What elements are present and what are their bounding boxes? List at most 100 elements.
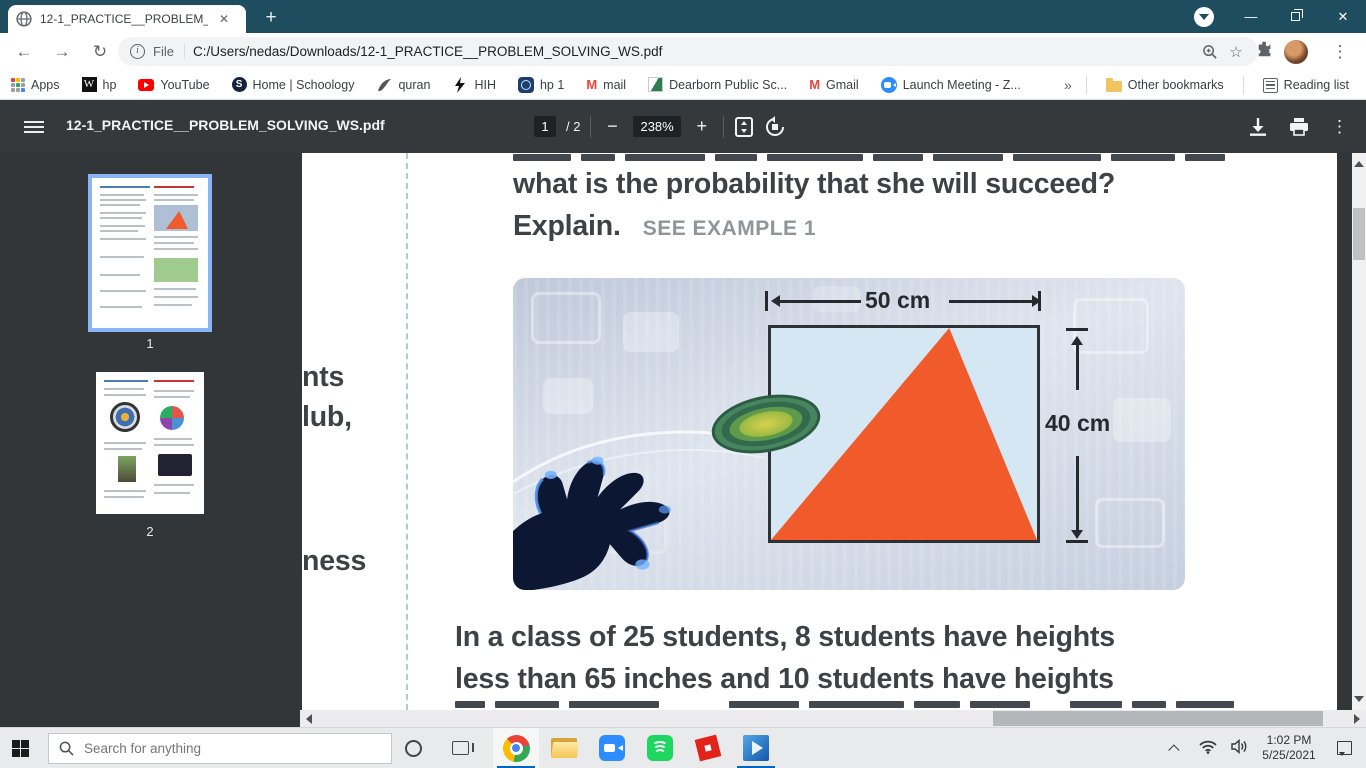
search-icon <box>59 741 74 756</box>
vertical-scroll-thumb[interactable] <box>1353 208 1365 260</box>
taskbar-spotify[interactable] <box>637 728 683 768</box>
height-dimension-label: 40 cm <box>1045 410 1111 436</box>
zoom-icon <box>880 76 897 93</box>
vertical-scrollbar[interactable] <box>1352 153 1366 710</box>
wifi-icon[interactable] <box>1192 740 1224 757</box>
taskbar-zoom[interactable] <box>589 728 635 768</box>
left-column-fragment: ness <box>302 545 367 577</box>
minimize-button[interactable]: — <box>1228 0 1274 33</box>
reload-icon[interactable]: ↻ <box>86 38 114 66</box>
pdf-page: nts lub, ness what is the probability th… <box>302 153 1337 710</box>
other-bookmarks-button[interactable]: Other bookmarks <box>1095 78 1235 92</box>
bookmark-quran[interactable]: quran <box>365 77 441 93</box>
clock-time: 1:02 PM <box>1266 733 1312 747</box>
cortana-icon[interactable] <box>405 740 422 757</box>
address-scheme: File <box>153 44 185 59</box>
bookmark-mail[interactable]: Mmail <box>575 77 637 92</box>
new-tab-button[interactable]: + <box>258 5 284 31</box>
roblox-icon <box>694 734 722 762</box>
task-view-icon[interactable] <box>452 741 474 755</box>
bookmarks-bar: Apps Whp YouTube S Home | Schoology quran… <box>0 70 1366 100</box>
restore-button[interactable] <box>1274 0 1320 33</box>
scroll-up-icon[interactable] <box>1354 156 1364 167</box>
thumbnail-2-label: 2 <box>146 524 154 539</box>
action-center-icon[interactable] <box>1322 741 1366 756</box>
volume-icon[interactable] <box>1224 738 1256 757</box>
bookmark-zoom-meeting[interactable]: Launch Meeting - Z... <box>870 76 1032 93</box>
horizontal-scroll-thumb[interactable] <box>992 711 1324 726</box>
tab-close-icon[interactable]: ✕ <box>216 11 232 27</box>
tray-chevron-icon[interactable] <box>1160 741 1192 756</box>
bookmark-schoology[interactable]: S Home | Schoology <box>221 77 366 92</box>
profile-avatar[interactable] <box>1284 39 1308 64</box>
address-url[interactable]: C:/Users/nedas/Downloads/12-1_PRACTICE__… <box>193 44 1194 59</box>
chrome-icon <box>502 734 530 762</box>
bookmark-apps[interactable]: Apps <box>0 77 71 92</box>
taskbar-file-explorer[interactable] <box>541 728 587 768</box>
bookmark-gmail[interactable]: M Gmail <box>798 77 870 92</box>
problem-text-line2: Explain. SEE EXAMPLE 1 <box>513 210 817 242</box>
browser-tab[interactable]: 12-1_PRACTICE__PROBLEM_SOLV ✕ <box>8 5 246 33</box>
bookmark-hih[interactable]: HIH <box>441 76 507 93</box>
scroll-left-icon[interactable] <box>301 714 312 724</box>
windows-taskbar: 1:02 PM 5/25/2021 <box>0 727 1366 768</box>
apps-grid-icon <box>11 77 25 92</box>
taskbar-clock[interactable]: 1:02 PM 5/25/2021 <box>1256 733 1322 763</box>
column-divider <box>406 153 408 710</box>
lightning-icon <box>455 76 466 93</box>
thumbnail-page-1[interactable] <box>88 174 212 332</box>
clock-date: 5/25/2021 <box>1262 748 1316 762</box>
tab-search-icon[interactable] <box>1194 6 1214 27</box>
taskbar-roblox[interactable] <box>685 728 731 768</box>
clipped-text-line-bottom <box>455 701 1234 708</box>
horizontal-scrollbar[interactable] <box>300 710 1366 727</box>
reading-list-button[interactable]: Reading list <box>1252 77 1360 93</box>
pdf-menu-icon[interactable] <box>24 118 44 136</box>
figure-deco <box>531 292 601 344</box>
bookmark-dearborn[interactable]: Dearborn Public Sc... <box>637 77 798 92</box>
reading-list-icon <box>1262 77 1278 93</box>
bookmark-star-icon[interactable]: ☆ <box>1226 43 1246 61</box>
address-bar[interactable]: i File C:/Users/nedas/Downloads/12-1_PRA… <box>118 37 1258 66</box>
zoom-page-icon[interactable] <box>1202 44 1218 60</box>
pdf-more-kebab-icon[interactable]: ⋮ <box>1331 117 1348 137</box>
taskbar-search-box[interactable] <box>48 733 392 764</box>
browser-toolbar: ← → ↻ i File C:/Users/nedas/Downloads/12… <box>0 33 1366 70</box>
bookmark-hp[interactable]: Whp <box>71 77 128 92</box>
scroll-right-icon[interactable] <box>1354 714 1365 724</box>
bookmark-youtube[interactable]: YouTube <box>127 78 220 92</box>
zoom-level[interactable]: 238% <box>633 116 681 137</box>
pdf-content-area: 1 2 nts lub, ness what is the probabilit… <box>0 153 1366 727</box>
page-info-icon[interactable]: i <box>130 44 145 59</box>
left-column-fragment: nts <box>302 361 345 393</box>
extensions-puzzle-icon[interactable] <box>1256 40 1274 63</box>
zoom-in-icon[interactable]: + <box>691 116 713 137</box>
zoom-app-icon <box>599 735 625 761</box>
zoom-out-icon[interactable]: − <box>601 116 623 137</box>
figure-deco <box>623 312 679 352</box>
forward-icon[interactable]: → <box>48 38 76 66</box>
taskbar-movies-tv[interactable] <box>733 728 779 768</box>
start-button-icon[interactable] <box>12 740 29 757</box>
figure-deco <box>1113 398 1171 442</box>
scroll-down-icon[interactable] <box>1354 696 1364 707</box>
page-total: / 2 <box>566 119 581 134</box>
page-number-input[interactable]: 1 <box>534 116 556 137</box>
thumbnail-page-2[interactable] <box>96 372 204 514</box>
download-icon[interactable] <box>1249 117 1267 136</box>
rotate-icon[interactable] <box>764 115 786 138</box>
gmail-icon: M <box>809 77 821 92</box>
browser-menu-kebab-icon[interactable]: ⋮ <box>1326 38 1354 66</box>
fit-page-icon[interactable] <box>734 116 754 138</box>
bookmarks-overflow-icon[interactable]: » <box>1064 77 1078 93</box>
print-icon[interactable] <box>1289 117 1309 136</box>
gmail-icon: M <box>586 77 598 92</box>
bookmark-hp1[interactable]: hp 1 <box>507 76 575 93</box>
search-input[interactable] <box>84 741 344 756</box>
close-button[interactable]: ✕ <box>1320 0 1366 33</box>
thumbnail-sidebar: 1 2 <box>0 153 300 727</box>
clipped-text-line-top <box>513 154 1225 161</box>
wikipedia-w-icon: W <box>81 77 97 92</box>
taskbar-chrome[interactable] <box>493 728 539 768</box>
back-icon[interactable]: ← <box>10 38 38 66</box>
